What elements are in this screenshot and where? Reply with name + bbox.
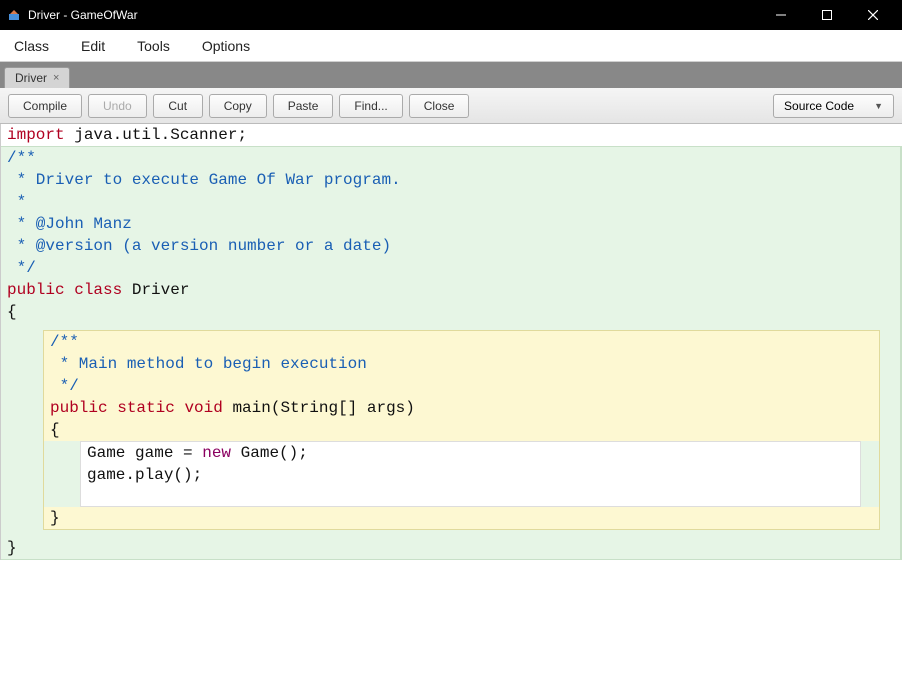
menubar: Class Edit Tools Options [0,30,902,62]
code-brace: } [7,539,17,557]
maximize-button[interactable] [804,0,850,30]
tab-label: Driver [15,71,47,85]
code-comment: /** [7,149,36,167]
code-keyword: class [74,281,122,299]
code-keyword: void [184,399,222,417]
chevron-down-icon: ▼ [874,101,883,111]
code-keyword: public [7,281,65,299]
window-title: Driver - GameOfWar [28,8,758,22]
code-comment: * Main method to begin execution [50,355,367,373]
tab-close-icon[interactable]: × [53,72,59,84]
close-button[interactable] [850,0,896,30]
paste-button[interactable]: Paste [273,94,334,118]
app-icon [6,7,22,23]
menu-edit[interactable]: Edit [77,34,109,58]
code-editor[interactable]: import java.util.Scanner; /** * Driver t… [0,124,902,560]
code-comment: * @version (a version number or a date) [7,237,391,255]
view-mode-dropdown[interactable]: Source Code ▼ [773,94,894,118]
menu-options[interactable]: Options [198,34,254,58]
code-comment: * @John Manz [7,215,132,233]
cut-button[interactable]: Cut [153,94,203,118]
menu-class[interactable]: Class [10,34,53,58]
undo-button[interactable]: Undo [88,94,147,118]
code-text: java.util.Scanner; [65,126,247,144]
code-keyword: static [117,399,175,417]
code-text: main(String[] args) [223,399,415,417]
toolbar: Compile Undo Cut Copy Paste Find... Clos… [0,88,902,124]
code-text: Driver [122,281,189,299]
code-comment: /** [50,333,79,351]
code-comment: */ [7,259,36,277]
copy-button[interactable]: Copy [209,94,267,118]
close-editor-button[interactable]: Close [409,94,470,118]
code-keyword: public [50,399,108,417]
minimize-button[interactable] [758,0,804,30]
compile-button[interactable]: Compile [8,94,82,118]
code-comment: * Driver to execute Game Of War program. [7,171,401,189]
code-text: Game(); [231,444,308,462]
tab-driver[interactable]: Driver × [4,67,70,88]
code-keyword: new [202,444,231,462]
code-text: Game game = [87,444,202,462]
tab-strip: Driver × [0,62,902,88]
code-brace: { [7,303,17,321]
code-keyword: import [7,126,65,144]
dropdown-label: Source Code [784,99,854,113]
code-text: game.play(); [87,466,202,484]
menu-tools[interactable]: Tools [133,34,174,58]
code-comment: * [7,193,26,211]
code-comment: */ [50,377,79,395]
find-button[interactable]: Find... [339,94,402,118]
code-brace: } [50,509,60,527]
code-brace: { [50,421,60,439]
